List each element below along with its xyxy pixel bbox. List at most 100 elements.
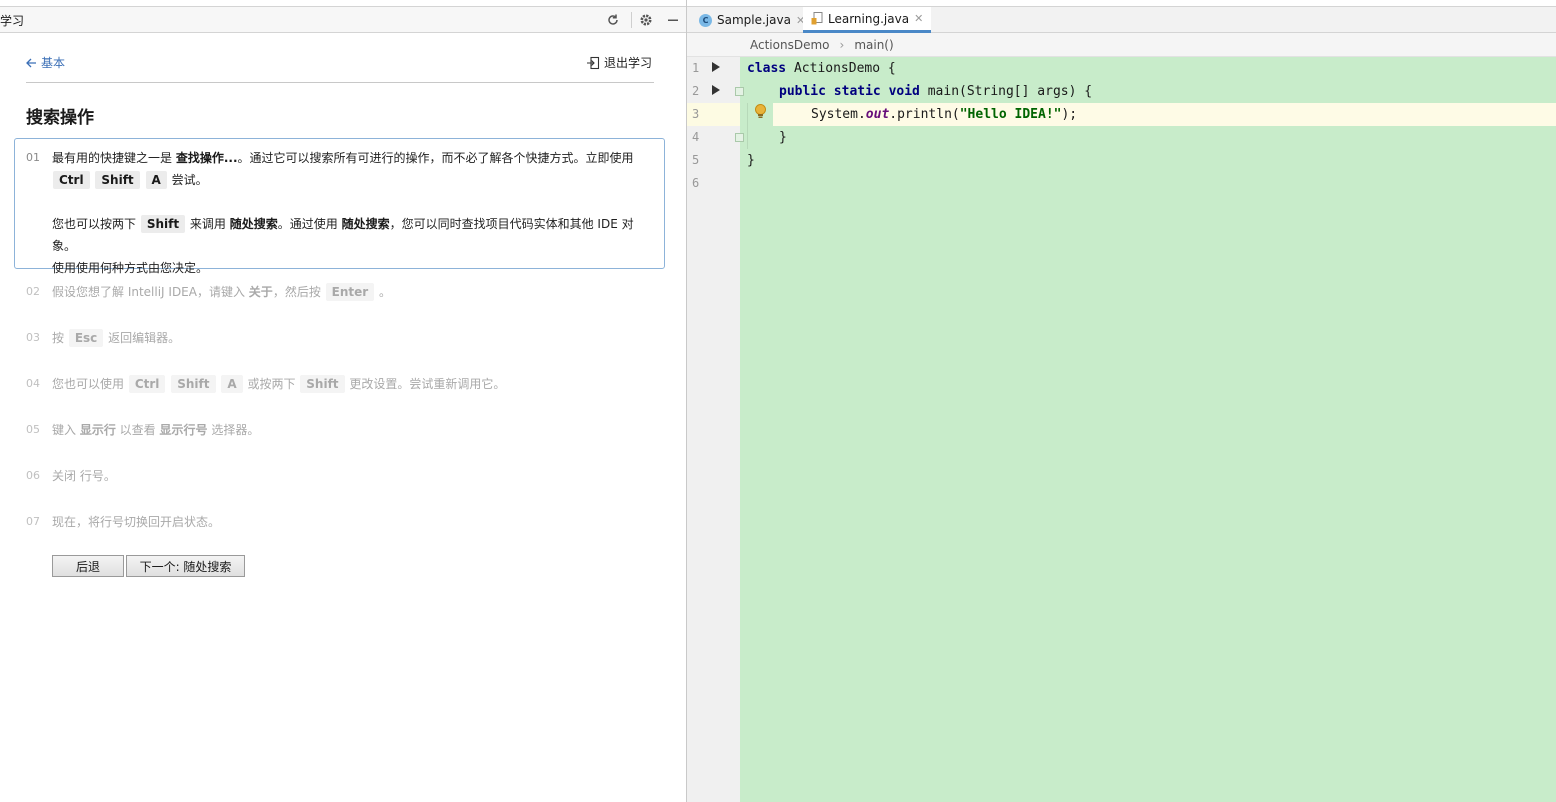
fold-icon[interactable] — [735, 133, 744, 142]
fold-icon[interactable] — [735, 87, 744, 96]
step-text-part: 以查看 — [115, 423, 160, 437]
code-text: System. — [811, 107, 866, 122]
step-text-part: 假设您想了解 IntelliJ IDEA，请键入 — [52, 285, 249, 299]
step-text-part: 返回编辑器。 — [104, 331, 181, 345]
line-number: 1 — [692, 61, 700, 75]
shortcut-key: A — [145, 171, 167, 189]
editor-tabbar: C Sample.java ✕ Learning.java ✕ — [687, 6, 1556, 33]
tab-label: Learning.java — [828, 11, 910, 26]
run-icon[interactable] — [711, 85, 721, 95]
code-line: } — [779, 130, 787, 145]
code-keyword: class — [747, 61, 787, 76]
tab-label: Sample.java — [717, 13, 791, 27]
step-text-part: 。 — [375, 285, 392, 299]
code-line: } — [747, 153, 755, 168]
action-name: 显示行 — [79, 423, 116, 437]
step-text: 按 Esc 返回编辑器。 — [52, 327, 648, 349]
next-button[interactable]: 下一个: 随处搜索 — [126, 555, 245, 577]
exit-learning-link[interactable]: 退出学习 — [586, 54, 652, 71]
breadcrumb: ActionsDemo › main() — [687, 33, 1556, 57]
step-number: 02 — [26, 285, 40, 298]
exit-icon — [587, 56, 600, 69]
code-line: System.out.println("Hello IDEA!"); — [811, 103, 1077, 126]
tab-learning-java[interactable]: Learning.java ✕ — [803, 7, 932, 33]
step-text-part: ，然后按 — [272, 285, 325, 299]
step-number: 01 — [26, 151, 40, 164]
indent-guide — [747, 103, 748, 149]
shortcut-key: Ctrl — [53, 171, 90, 189]
back-label: 基本 — [41, 56, 66, 70]
step-text: 最有用的快捷键之一是 查找操作...。通过它可以搜索所有可进行的操作，而不必了解… — [52, 147, 648, 279]
step-text-part: 您也可以使用 — [52, 377, 128, 391]
shortcut-key: Enter — [325, 283, 375, 301]
step-text-part: 按 — [52, 331, 68, 345]
code-string: "Hello IDEA!" — [959, 107, 1062, 122]
learn-panel: 学习 基本 退出学习 搜索操作 01 最有用的快捷键之一是 查找操作...。通过… — [0, 0, 686, 802]
line-number: 5 — [692, 153, 700, 167]
back-to-basics-link[interactable]: 基本 — [26, 54, 65, 71]
line-number: 4 — [692, 130, 700, 144]
step-text-part: 或按两下 — [243, 377, 300, 391]
shortcut-key: Shift — [171, 375, 216, 393]
minimize-icon[interactable] — [664, 11, 682, 29]
code-text: main(String[] args) { — [919, 84, 1093, 99]
step-text: 关闭 行号。 — [52, 469, 116, 483]
shortcut-key: Shift — [140, 215, 186, 233]
lightbulb-icon[interactable] — [754, 104, 767, 120]
code-field: out — [865, 107, 890, 122]
java-file-icon — [811, 12, 823, 25]
shortcut-key: Esc — [68, 329, 104, 347]
step-text-part: 最有用的快捷键之一是 — [52, 151, 176, 165]
step-text: 现在，将行号切换回开启状态。 — [52, 515, 221, 529]
code-text: .println( — [889, 107, 960, 122]
step-text-part: 。通过它可以搜索所有可进行的操作，而不必了解各个快捷方式。立即使用 — [237, 151, 634, 165]
step-text-part: 您也可以按两下 — [52, 217, 140, 231]
step-number: 06 — [26, 469, 40, 482]
line-number: 3 — [692, 107, 700, 121]
step-number: 07 — [26, 515, 40, 528]
shortcut-key: A — [221, 375, 243, 393]
action-name: 查找操作... — [175, 151, 238, 165]
arrow-left-icon — [26, 58, 36, 67]
breadcrumb-method[interactable]: main() — [854, 38, 893, 52]
close-icon[interactable]: ✕ — [914, 12, 923, 25]
header-separator — [631, 12, 632, 28]
shortcut-key: Shift — [300, 375, 345, 393]
header-divider — [26, 82, 654, 83]
run-icon[interactable] — [711, 62, 721, 72]
code-editor[interactable] — [740, 57, 1556, 802]
step-number: 05 — [26, 423, 40, 436]
step-text: 您也可以使用 Ctrl Shift A 或按两下 Shift 更改设置。尝试重新… — [52, 373, 648, 395]
action-name: 随处搜索 — [229, 217, 278, 231]
step-text-part: 选择器。 — [207, 423, 260, 437]
code-keyword: public static void — [779, 84, 920, 99]
step-text-part: 使用使用何种方式由您决定。 — [52, 261, 209, 275]
step-text: 键入 显示行 以查看 显示行号 选择器。 — [52, 419, 648, 441]
gear-icon[interactable] — [637, 11, 655, 29]
tab-sample-java[interactable]: C Sample.java ✕ — [691, 7, 813, 33]
editor-gutter[interactable] — [687, 57, 740, 802]
step-number: 03 — [26, 331, 40, 344]
shortcut-key: Ctrl — [128, 375, 166, 393]
class-icon: C — [699, 13, 712, 27]
action-name: 关于 — [248, 285, 273, 299]
back-button[interactable]: 后退 — [52, 555, 124, 577]
step-text-part: 尝试。 — [167, 173, 208, 187]
reset-icon[interactable] — [604, 11, 622, 29]
code-text: ); — [1061, 107, 1078, 122]
exit-label: 退出学习 — [604, 56, 653, 70]
action-name: 随处搜索 — [341, 217, 390, 231]
lesson-title: 搜索操作 — [26, 108, 94, 128]
shortcut-key: Shift — [95, 171, 140, 189]
breadcrumb-class[interactable]: ActionsDemo — [750, 38, 830, 52]
step-text-part: 来调用 — [186, 217, 230, 231]
chevron-right-icon: › — [839, 37, 845, 52]
step-text-part: 。通过使用 — [277, 217, 342, 231]
code-line: class ActionsDemo { — [747, 57, 896, 80]
line-number: 2 — [692, 84, 700, 98]
step-text-part: 键入 — [52, 423, 80, 437]
panel-header: 学习 — [0, 6, 686, 33]
step-text: 假设您想了解 IntelliJ IDEA，请键入 关于，然后按 Enter 。 — [52, 281, 648, 303]
code-text: ActionsDemo { — [786, 61, 896, 76]
step-text-part: 更改设置。尝试重新调用它。 — [345, 377, 506, 391]
